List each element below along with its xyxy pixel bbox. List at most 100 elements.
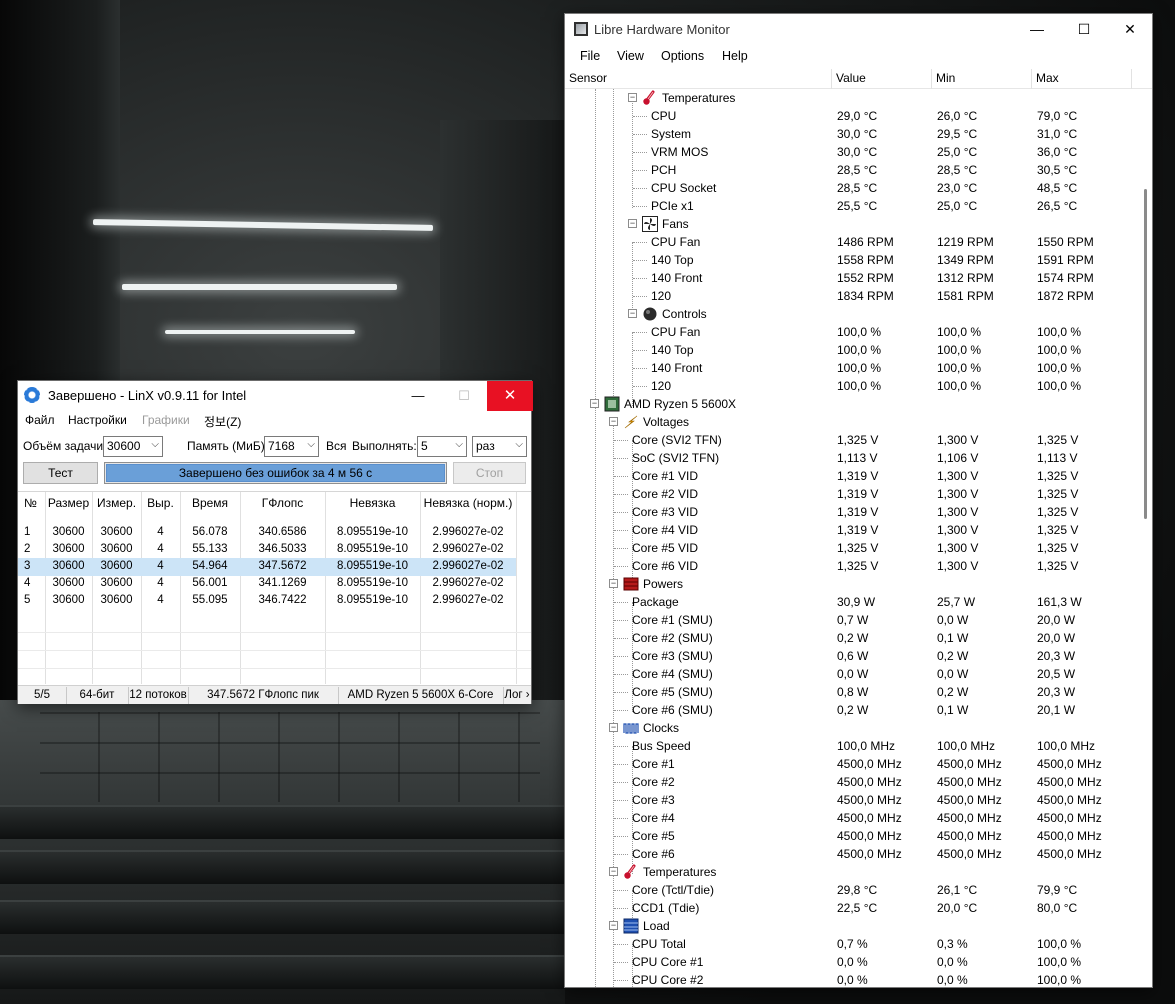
table-row[interactable]: 2 30600 30600 4 55.133 346.5033 8.095519e-10 2.… (18, 541, 516, 559)
column-header[interactable]: Выр. (141, 496, 180, 510)
sensor-row[interactable]: Core (SVI2 TFN) 1,325 V 1,300 V 1,325 V (565, 431, 1137, 449)
column-header-value[interactable]: Value (836, 71, 866, 85)
task-size-select[interactable]: 30600 ⌵ (103, 436, 163, 457)
sensor-row[interactable]: CPU Core #2 0,0 % 0,0 % 100,0 % (565, 971, 1137, 987)
sensor-group-row[interactable]: − Voltages (565, 413, 1137, 431)
column-header[interactable]: Время (180, 496, 240, 510)
sensor-group-row[interactable]: − Powers (565, 575, 1137, 593)
sensor-row[interactable]: Core #4 4500,0 MHz 4500,0 MHz 4500,0 MHz (565, 809, 1137, 827)
stop-button[interactable]: Стоп (453, 462, 526, 484)
sensor-row[interactable]: CPU Fan 1486 RPM 1219 RPM 1550 RPM (565, 233, 1137, 251)
sensor-row[interactable]: PCIe x1 25,5 °C 25,0 °C 26,5 °C (565, 197, 1137, 215)
sensor-row[interactable]: 120 100,0 % 100,0 % 100,0 % (565, 377, 1137, 395)
table-row[interactable]: 3 30600 30600 4 54.964 347.5672 8.095519e-10 2.… (18, 558, 516, 576)
sensor-row[interactable]: VRM MOS 30,0 °C 25,0 °C 36,0 °C (565, 143, 1137, 161)
sensor-row[interactable]: Core #5 VID 1,325 V 1,300 V 1,325 V (565, 539, 1137, 557)
sensor-row[interactable]: Core #4 (SMU) 0,0 W 0,0 W 20,5 W (565, 665, 1137, 683)
lhm-maximize-button[interactable]: ☐ (1061, 14, 1107, 44)
collapse-toggle-icon[interactable]: − (609, 579, 618, 588)
sensor-row[interactable]: CPU 29,0 °C 26,0 °C 79,0 °C (565, 107, 1137, 125)
lhm-menu-help[interactable]: Help (722, 49, 748, 63)
column-header[interactable]: № (18, 496, 45, 510)
sensor-row[interactable]: Package 30,9 W 25,7 W 161,3 W (565, 593, 1137, 611)
sensor-row[interactable]: Core #1 (SMU) 0,7 W 0,0 W 20,0 W (565, 611, 1137, 629)
column-header-max[interactable]: Max (1036, 71, 1059, 85)
sensor-row[interactable]: Core (Tctl/Tdie) 29,8 °C 26,1 °C 79,9 °C (565, 881, 1137, 899)
sensor-row[interactable]: Core #2 4500,0 MHz 4500,0 MHz 4500,0 MHz (565, 773, 1137, 791)
sensor-row[interactable]: 140 Top 100,0 % 100,0 % 100,0 % (565, 341, 1137, 359)
collapse-toggle-icon[interactable]: − (609, 723, 618, 732)
sensor-group-row[interactable]: − AMD Ryzen 5 5600X (565, 395, 1137, 413)
sensor-row[interactable]: Core #3 (SMU) 0,6 W 0,2 W 20,3 W (565, 647, 1137, 665)
sensor-row[interactable]: Core #3 4500,0 MHz 4500,0 MHz 4500,0 MHz (565, 791, 1137, 809)
collapse-toggle-icon[interactable]: − (628, 309, 637, 318)
lhm-menu-view[interactable]: View (617, 49, 644, 63)
sensor-row[interactable]: Core #3 VID 1,319 V 1,300 V 1,325 V (565, 503, 1137, 521)
column-header[interactable]: Невязка (325, 496, 420, 510)
test-button[interactable]: Тест (23, 462, 98, 484)
sensor-row[interactable]: CPU Total 0,7 % 0,3 % 100,0 % (565, 935, 1137, 953)
linx-minimize-button[interactable]: — (395, 381, 441, 411)
collapse-toggle-icon[interactable]: − (590, 399, 599, 408)
column-header-min[interactable]: Min (936, 71, 955, 85)
sensor-row[interactable]: Bus Speed 100,0 MHz 100,0 MHz 100,0 MHz (565, 737, 1137, 755)
column-header[interactable]: Измер. (92, 496, 141, 510)
linx-menu-settings[interactable]: Настройки (68, 413, 127, 427)
sensor-row[interactable]: System 30,0 °C 29,5 °C 31,0 °C (565, 125, 1137, 143)
sensor-row[interactable]: Core #2 VID 1,319 V 1,300 V 1,325 V (565, 485, 1137, 503)
sensor-row[interactable]: SoC (SVI2 TFN) 1,113 V 1,106 V 1,113 V (565, 449, 1137, 467)
sensor-row[interactable]: Core #1 VID 1,319 V 1,300 V 1,325 V (565, 467, 1137, 485)
sensor-row[interactable]: 120 1834 RPM 1581 RPM 1872 RPM (565, 287, 1137, 305)
column-header[interactable]: Размер (45, 496, 92, 510)
run-count-select[interactable]: 5 ⌵ (417, 436, 467, 457)
sensor-row[interactable]: CPU Socket 28,5 °C 23,0 °C 48,5 °C (565, 179, 1137, 197)
scrollbar-thumb[interactable] (1144, 189, 1147, 519)
sensor-row[interactable]: CPU Core #1 0,0 % 0,0 % 100,0 % (565, 953, 1137, 971)
sensor-row[interactable]: Core #6 (SMU) 0,2 W 0,1 W 20,1 W (565, 701, 1137, 719)
sensor-row[interactable]: CCD1 (Tdie) 22,5 °C 20,0 °C 80,0 °C (565, 899, 1137, 917)
log-toggle-button[interactable]: Лог › (503, 689, 531, 701)
sensor-row[interactable]: PCH 28,5 °C 28,5 °C 30,5 °C (565, 161, 1137, 179)
sensor-row[interactable]: Core #6 VID 1,325 V 1,300 V 1,325 V (565, 557, 1137, 575)
all-memory-label[interactable]: Вся (326, 439, 347, 453)
linx-menu-charts[interactable]: Графики (142, 413, 190, 427)
linx-close-button[interactable]: ✕ (487, 381, 533, 411)
sensor-row[interactable]: Core #4 VID 1,319 V 1,300 V 1,325 V (565, 521, 1137, 539)
memory-select[interactable]: 7168 ⌵ (264, 436, 319, 457)
collapse-toggle-icon[interactable]: − (628, 93, 637, 102)
sensor-row[interactable]: 140 Top 1558 RPM 1349 RPM 1591 RPM (565, 251, 1137, 269)
lhm-close-button[interactable]: ✕ (1107, 14, 1152, 44)
collapse-toggle-icon[interactable]: − (609, 921, 618, 930)
sensor-group-row[interactable]: − Controls (565, 305, 1137, 323)
sensor-row[interactable]: Core #5 (SMU) 0,8 W 0,2 W 20,3 W (565, 683, 1137, 701)
linx-menu-file[interactable]: Файл (25, 413, 55, 427)
sensor-row[interactable]: Core #2 (SMU) 0,2 W 0,1 W 20,0 W (565, 629, 1137, 647)
column-header[interactable]: Невязка (норм.) (420, 496, 516, 510)
collapse-toggle-icon[interactable]: − (609, 417, 618, 426)
lhm-minimize-button[interactable]: — (1014, 14, 1060, 44)
lhm-menu-options[interactable]: Options (661, 49, 704, 63)
linx-maximize-button[interactable]: ☐ (441, 381, 487, 411)
sensor-row[interactable]: 140 Front 100,0 % 100,0 % 100,0 % (565, 359, 1137, 377)
lhm-titlebar[interactable]: Libre Hardware Monitor — ☐ ✕ (565, 14, 1152, 44)
table-row[interactable]: 1 30600 30600 4 56.078 340.6586 8.095519e-10 2.… (18, 524, 516, 542)
sensor-group-row[interactable]: − Clocks (565, 719, 1137, 737)
sensor-group-row[interactable]: − Temperatures (565, 863, 1137, 881)
collapse-toggle-icon[interactable]: − (609, 867, 618, 876)
lhm-menu-file[interactable]: File (580, 49, 600, 63)
linx-titlebar[interactable]: Завершено - LinX v0.9.11 for Intel — ☐ ✕ (18, 381, 533, 411)
table-row[interactable]: 5 30600 30600 4 55.095 346.7422 8.095519e-10 2.… (18, 592, 516, 610)
collapse-toggle-icon[interactable]: − (628, 219, 637, 228)
table-row[interactable]: 4 30600 30600 4 56.001 341.1269 8.095519e-10 2.… (18, 575, 516, 593)
column-header[interactable]: ГФлопс (240, 496, 325, 510)
sensor-row[interactable]: 140 Front 1552 RPM 1312 RPM 1574 RPM (565, 269, 1137, 287)
run-unit-select[interactable]: раз ⌵ (472, 436, 527, 457)
sensor-row[interactable]: Core #6 4500,0 MHz 4500,0 MHz 4500,0 MHz (565, 845, 1137, 863)
sensor-tree-scrollbar[interactable] (1139, 89, 1152, 987)
sensor-row[interactable]: Core #1 4500,0 MHz 4500,0 MHz 4500,0 MHz (565, 755, 1137, 773)
sensor-group-row[interactable]: − Fans (565, 215, 1137, 233)
linx-menu-info[interactable]: 정보(Z) (204, 413, 241, 430)
sensor-group-row[interactable]: − Temperatures (565, 89, 1137, 107)
sensor-row[interactable]: Core #5 4500,0 MHz 4500,0 MHz 4500,0 MHz (565, 827, 1137, 845)
column-header-sensor[interactable]: Sensor (569, 71, 607, 85)
